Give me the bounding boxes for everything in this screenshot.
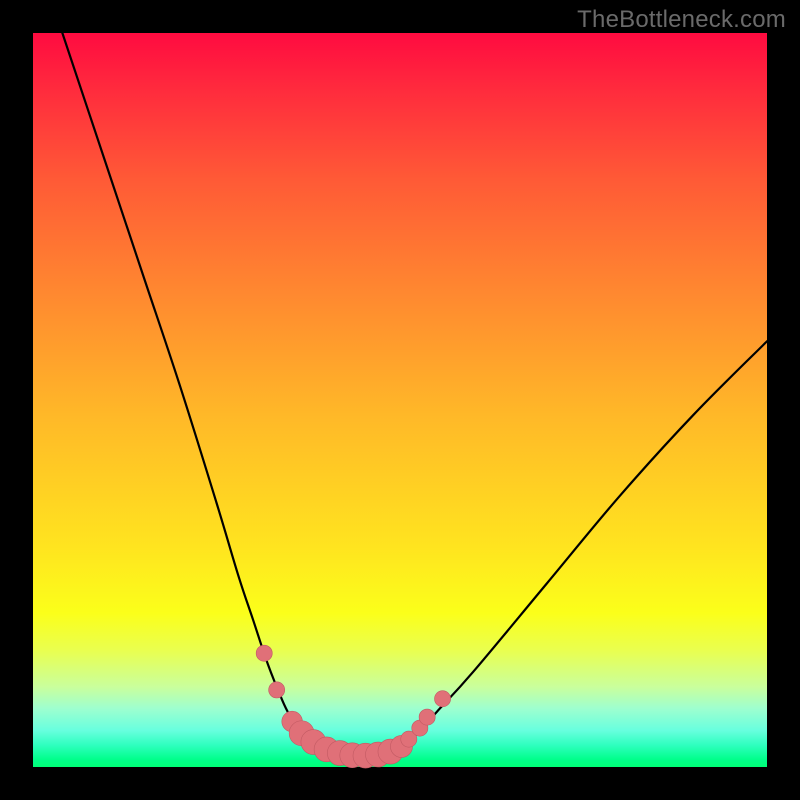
marker-point bbox=[435, 691, 451, 707]
curve-left-curve bbox=[62, 33, 341, 755]
marker-point bbox=[419, 709, 435, 725]
watermark-text: TheBottleneck.com bbox=[577, 6, 786, 34]
marker-point bbox=[269, 682, 285, 698]
marker-point bbox=[256, 645, 272, 661]
chart-frame: TheBottleneck.com bbox=[0, 0, 800, 800]
curve-lines bbox=[62, 33, 767, 756]
chart-svg bbox=[33, 33, 767, 767]
plot-area bbox=[33, 33, 767, 767]
